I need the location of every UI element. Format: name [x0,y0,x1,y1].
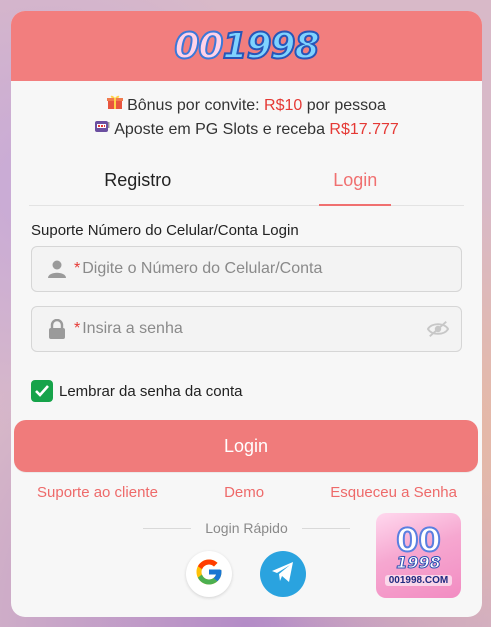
promo-invite-text: Bônus por convite: [127,97,265,114]
auth-tabs: Registro Login [29,162,464,206]
divider-line-right [301,527,350,529]
remember-checkbox[interactable] [31,380,53,402]
demo-link[interactable]: Demo [224,484,264,501]
promo-invite-value: R$10 [264,97,303,114]
promo-line-invite: Bônus por convite: R$10 por pessoa [11,94,482,118]
logo-text-part2: 1998 [221,25,320,68]
google-login-button[interactable] [186,551,232,597]
tab-login[interactable]: Login [247,162,465,205]
remember-password-row[interactable]: Lembrar da senha da conta [31,380,482,402]
user-icon [46,258,68,280]
promo-invite-suffix: por pessoa [302,97,386,114]
social-login-buttons [186,551,306,597]
badge-domain: 001998.COM [384,575,453,586]
lock-icon [46,318,68,340]
eye-off-icon[interactable] [427,318,449,340]
quick-login-label: Login Rápido [205,520,288,536]
badge-text-middle: 1998 [396,553,442,572]
phone-account-input[interactable]: * Digite o Número do Celular/Conta [31,246,462,292]
gift-icon [107,94,124,118]
remember-label: Lembrar da senha da conta [59,382,243,400]
google-icon [194,557,224,592]
required-mark: * [74,320,81,337]
login-button[interactable]: Login [14,420,478,472]
forgot-password-link[interactable]: Esqueceu a Senha [330,484,457,501]
password-input[interactable]: * Insira a senha [31,306,462,352]
telegram-icon [270,560,296,589]
phone-placeholder: Digite o Número do Celular/Conta [82,260,323,277]
password-placeholder: Insira a senha [82,320,183,337]
promo-slots-text: Aposte em PG Slots e receba [114,121,330,138]
tab-registro[interactable]: Registro [29,162,247,205]
logo-text-part1: 00 [173,25,224,68]
helper-links: Suporte ao cliente Demo Esqueceu a Senha [11,484,482,501]
promo-slots-value: R$17.777 [329,121,399,138]
telegram-login-button[interactable] [260,551,306,597]
app-badge-logo[interactable]: 00 1998 001998.COM [376,513,461,598]
support-link[interactable]: Suporte ao cliente [37,484,158,501]
badge-text-top: 00 [395,521,442,559]
promo-line-slots: Aposte em PG Slots e receba R$17.777 [11,118,482,142]
required-mark: * [74,260,81,277]
modal-header: 00 1998 [11,11,482,81]
divider-line-left [143,527,192,529]
slot-machine-icon [94,118,110,142]
login-field-label: Suporte Número do Celular/Conta Login [31,222,299,239]
promo-info: Bônus por convite: R$10 por pessoa Apost… [11,94,482,142]
brand-logo: 00 1998 [173,25,320,68]
